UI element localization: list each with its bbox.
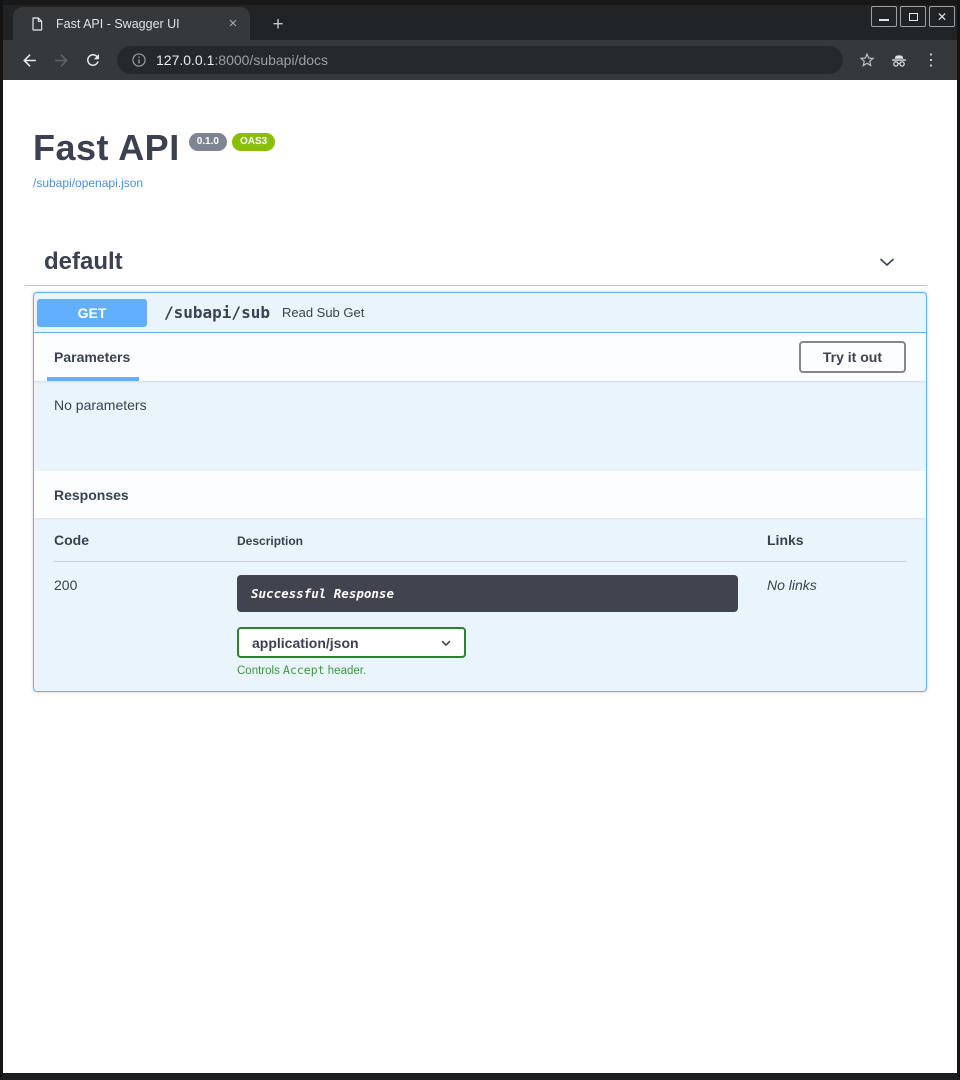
column-header-description: Description	[237, 534, 767, 548]
chevron-down-icon[interactable]	[877, 252, 897, 272]
active-tab-underline	[47, 377, 139, 381]
tab-title: Fast API - Swagger UI	[56, 17, 224, 31]
try-it-out-button[interactable]: Try it out	[799, 341, 906, 373]
response-description-cell: Successful Response application/json Con…	[237, 575, 767, 677]
hint-suffix: header.	[325, 665, 367, 677]
forward-arrow-icon	[52, 51, 71, 70]
response-description-box: Successful Response	[237, 575, 738, 612]
tag-title: default	[44, 250, 123, 274]
url-path: :8000/subapi/docs	[214, 52, 328, 68]
star-icon	[858, 51, 876, 69]
new-tab-button[interactable]: +	[265, 13, 291, 37]
opblock-get: GET /subapi/sub Read Sub Get Parameters …	[33, 292, 927, 692]
oas-badge: OAS3	[232, 133, 275, 151]
url-text: 127.0.0.1:8000/subapi/docs	[156, 52, 328, 68]
maximize-icon	[909, 13, 918, 21]
window-controls: ✕	[871, 6, 955, 27]
url-bar[interactable]: 127.0.0.1:8000/subapi/docs	[117, 46, 843, 74]
parameters-header: Parameters Try it out	[34, 333, 926, 381]
url-host: 127.0.0.1	[156, 52, 214, 68]
browser-menu-button[interactable]: ⋮	[915, 44, 947, 76]
column-header-code: Code	[54, 532, 237, 548]
incognito-icon	[889, 51, 909, 70]
back-arrow-icon	[20, 51, 39, 70]
reload-button[interactable]	[77, 44, 109, 76]
page-favicon-icon	[29, 16, 45, 32]
table-row: 200 Successful Response application/json…	[54, 562, 906, 677]
bookmark-button[interactable]	[851, 44, 883, 76]
forward-button[interactable]	[45, 44, 77, 76]
tab-close-icon[interactable]: ×	[224, 15, 242, 33]
responses-table: Code Description Links 200 Successful Re…	[34, 518, 926, 691]
hint-code: Accept	[283, 663, 325, 677]
maximize-button[interactable]	[900, 6, 926, 27]
tab-parameters: Parameters	[54, 349, 130, 365]
version-badge: 0.1.0	[189, 133, 227, 151]
tab-strip: Fast API - Swagger UI × + ✕	[3, 0, 957, 40]
response-code: 200	[54, 575, 237, 593]
method-badge: GET	[37, 299, 147, 327]
no-parameters-text: No parameters	[54, 397, 147, 413]
accept-header-hint: Controls Accept header.	[237, 663, 767, 677]
incognito-indicator	[883, 44, 915, 76]
openapi-spec-link[interactable]: /subapi/openapi.json	[33, 176, 143, 190]
operation-summary[interactable]: GET /subapi/sub Read Sub Get	[34, 293, 926, 333]
reload-icon	[84, 51, 102, 69]
site-info-icon[interactable]	[131, 52, 147, 68]
column-header-links: Links	[767, 532, 906, 548]
close-button[interactable]: ✕	[929, 6, 955, 27]
hint-prefix: Controls	[237, 665, 283, 677]
api-info: Fast API 0.1.0 OAS3 /subapi/openapi.json	[33, 130, 927, 192]
responses-table-head: Code Description Links	[54, 518, 906, 562]
select-chevron-icon	[439, 636, 453, 650]
minimize-icon	[879, 19, 889, 21]
responses-header: Responses	[34, 471, 926, 518]
browser-toolbar: 127.0.0.1:8000/subapi/docs ⋮	[3, 40, 957, 80]
back-button[interactable]	[13, 44, 45, 76]
operation-description: Read Sub Get	[282, 305, 364, 320]
browser-window: Fast API - Swagger UI × + ✕	[0, 0, 960, 1080]
operation-path: /subapi/sub	[164, 303, 270, 322]
swagger-page: Fast API 0.1.0 OAS3 /subapi/openapi.json…	[3, 80, 957, 1073]
tag-section-default[interactable]: default	[25, 250, 927, 286]
minimize-button[interactable]	[871, 6, 897, 27]
responses-title: Responses	[54, 487, 129, 503]
response-links: No links	[767, 575, 906, 593]
parameters-body: No parameters	[34, 381, 926, 471]
media-type-select[interactable]: application/json	[237, 627, 466, 658]
page-title: Fast API	[33, 130, 180, 166]
browser-tab[interactable]: Fast API - Swagger UI ×	[13, 7, 250, 40]
media-type-value: application/json	[252, 635, 359, 651]
